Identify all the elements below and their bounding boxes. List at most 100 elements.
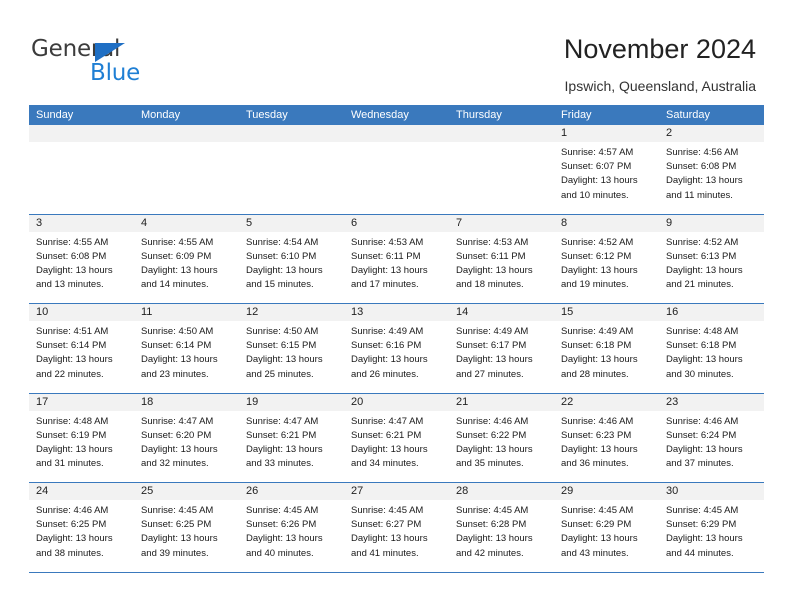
day-details: Sunrise: 4:54 AM Sunset: 6:10 PM Daylight:…	[239, 232, 344, 293]
day-cell[interactable]: 4 Sunrise: 4:55 AM Sunset: 6:09 PM Daylight…	[134, 214, 239, 303]
day-cell[interactable]: 7 Sunrise: 4:53 AM Sunset: 6:11 PM Daylight…	[449, 214, 554, 303]
day-number: 16	[666, 306, 679, 318]
general-blue-logo[interactable]: General Blue	[31, 36, 171, 86]
day-cell-empty	[134, 125, 239, 214]
day-cell[interactable]: 20 Sunrise: 4:47 AM Sunset: 6:21 PM Dayligh…	[344, 393, 449, 482]
daylight-text-line2: and 13 minutes.	[36, 279, 104, 291]
day-number-band: 30	[659, 483, 764, 500]
day-cell[interactable]: 25 Sunrise: 4:45 AM Sunset: 6:25 PM Dayligh…	[134, 483, 239, 572]
day-cell[interactable]: 9 Sunrise: 4:52 AM Sunset: 6:13 PM Daylight…	[659, 214, 764, 303]
daylight-text-line2: and 26 minutes.	[351, 368, 419, 380]
sunrise-text: Sunrise: 4:48 AM	[666, 326, 739, 337]
weekday-header-friday: Friday	[561, 109, 592, 121]
day-number-band	[344, 125, 449, 142]
daylight-text-line1: Daylight: 13 hours	[666, 533, 743, 545]
day-cell[interactable]: 23 Sunrise: 4:46 AM Sunset: 6:24 PM Dayligh…	[659, 393, 764, 482]
day-number: 25	[141, 485, 154, 497]
day-number-band: 26	[239, 483, 344, 500]
daylight-text-line1: Daylight: 13 hours	[351, 264, 428, 276]
day-number-band: 23	[659, 393, 764, 411]
day-cell[interactable]: 24 Sunrise: 4:46 AM Sunset: 6:25 PM Dayligh…	[29, 483, 134, 572]
day-cell[interactable]: 30 Sunrise: 4:45 AM Sunset: 6:29 PM Dayligh…	[659, 483, 764, 572]
day-cell[interactable]: 21 Sunrise: 4:46 AM Sunset: 6:22 PM Dayligh…	[449, 393, 554, 482]
sunset-text: Sunset: 6:11 PM	[456, 250, 526, 262]
sunrise-text: Sunrise: 4:50 AM	[141, 326, 214, 337]
day-number-band: 13	[344, 304, 449, 321]
daylight-text-line2: and 43 minutes.	[561, 547, 629, 559]
day-cell[interactable]: 29 Sunrise: 4:45 AM Sunset: 6:29 PM Dayligh…	[554, 483, 659, 572]
day-cell[interactable]: 5 Sunrise: 4:54 AM Sunset: 6:10 PM Daylight…	[239, 214, 344, 303]
day-cell[interactable]: 1 Sunrise: 4:57 AM Sunset: 6:07 PM Daylight…	[554, 125, 659, 214]
day-details: Sunrise: 4:57 AM Sunset: 6:07 PM Daylight:…	[554, 142, 659, 203]
day-details: Sunrise: 4:50 AM Sunset: 6:15 PM Daylight:…	[239, 321, 344, 382]
sunset-text: Sunset: 6:29 PM	[561, 519, 632, 531]
day-cell[interactable]: 27 Sunrise: 4:45 AM Sunset: 6:27 PM Dayligh…	[344, 483, 449, 572]
sunrise-text: Sunrise: 4:46 AM	[666, 415, 739, 427]
day-cell[interactable]: 16 Sunrise: 4:48 AM Sunset: 6:18 PM Dayligh…	[659, 304, 764, 393]
day-cell[interactable]: 3 Sunrise: 4:55 AM Sunset: 6:08 PM Daylight…	[29, 214, 134, 303]
day-number-band: 18	[134, 393, 239, 411]
daylight-text-line2: and 40 minutes.	[246, 547, 314, 559]
day-cell[interactable]: 8 Sunrise: 4:52 AM Sunset: 6:12 PM Daylight…	[554, 214, 659, 303]
day-cell[interactable]: 10 Sunrise: 4:51 AM Sunset: 6:14 PM Dayligh…	[29, 304, 134, 393]
daylight-text-line2: and 42 minutes.	[456, 547, 524, 559]
day-cell[interactable]: 11 Sunrise: 4:50 AM Sunset: 6:14 PM Dayligh…	[134, 304, 239, 393]
day-cell[interactable]: 18 Sunrise: 4:47 AM Sunset: 6:20 PM Dayligh…	[134, 393, 239, 482]
sunset-text: Sunset: 6:22 PM	[456, 429, 527, 441]
day-cell[interactable]: 28 Sunrise: 4:45 AM Sunset: 6:28 PM Dayligh…	[449, 483, 554, 572]
daylight-text-line2: and 35 minutes.	[456, 458, 524, 470]
sunset-text: Sunset: 6:18 PM	[666, 340, 737, 352]
day-details: Sunrise: 4:52 AM Sunset: 6:12 PM Daylight:…	[554, 232, 659, 293]
sunset-text: Sunset: 6:07 PM	[561, 161, 632, 173]
day-cell[interactable]: 2 Sunrise: 4:56 AM Sunset: 6:08 PM Daylight…	[659, 125, 764, 214]
day-cell[interactable]: 12 Sunrise: 4:50 AM Sunset: 6:15 PM Dayligh…	[239, 304, 344, 393]
calendar-weeks: 1 Sunrise: 4:57 AM Sunset: 6:07 PM Daylight…	[29, 125, 764, 573]
day-number: 30	[666, 485, 679, 497]
daylight-text-line1: Daylight: 13 hours	[36, 264, 113, 276]
day-cell[interactable]: 22 Sunrise: 4:46 AM Sunset: 6:23 PM Dayligh…	[554, 393, 659, 482]
daylight-text-line1: Daylight: 13 hours	[36, 443, 113, 455]
daylight-text-line1: Daylight: 13 hours	[456, 354, 533, 366]
day-number: 7	[456, 216, 463, 229]
sunset-text: Sunset: 6:28 PM	[456, 519, 527, 531]
sunset-text: Sunset: 6:23 PM	[561, 429, 632, 441]
day-number-band: 28	[449, 483, 554, 500]
day-number: 8	[561, 216, 568, 229]
day-cell[interactable]: 17 Sunrise: 4:48 AM Sunset: 6:19 PM Dayligh…	[29, 393, 134, 482]
daylight-text-line2: and 15 minutes.	[246, 279, 314, 291]
day-cell[interactable]: 13 Sunrise: 4:49 AM Sunset: 6:16 PM Dayligh…	[344, 304, 449, 393]
day-number: 2	[666, 127, 673, 139]
daylight-text-line1: Daylight: 13 hours	[351, 443, 428, 455]
sunrise-text: Sunrise: 4:45 AM	[246, 505, 319, 516]
weekday-header-row: Sunday Monday Tuesday Wednesday Thursday…	[29, 105, 764, 125]
day-number: 22	[561, 395, 574, 408]
daylight-text-line1: Daylight: 13 hours	[561, 175, 638, 187]
day-cell-empty	[449, 125, 554, 214]
daylight-text-line2: and 14 minutes.	[141, 279, 209, 291]
day-cell[interactable]: 19 Sunrise: 4:47 AM Sunset: 6:21 PM Dayligh…	[239, 393, 344, 482]
calendar-week-row: 1 Sunrise: 4:57 AM Sunset: 6:07 PM Daylight…	[29, 125, 764, 215]
daylight-text-line2: and 32 minutes.	[141, 458, 209, 470]
daylight-text-line2: and 38 minutes.	[36, 547, 104, 559]
daylight-text-line1: Daylight: 13 hours	[456, 443, 533, 455]
daylight-text-line2: and 28 minutes.	[561, 368, 629, 380]
day-number: 29	[561, 485, 574, 497]
sunset-text: Sunset: 6:12 PM	[561, 250, 632, 262]
daylight-text-line1: Daylight: 13 hours	[561, 533, 638, 545]
daylight-text-line2: and 37 minutes.	[666, 458, 734, 470]
sunset-text: Sunset: 6:14 PM	[141, 340, 212, 352]
weekday-header-saturday: Saturday	[666, 109, 711, 121]
calendar-page: General Blue November 2024 Ipswich, Quee…	[0, 0, 792, 612]
sunrise-text: Sunrise: 4:56 AM	[666, 147, 739, 158]
day-cell[interactable]: 6 Sunrise: 4:53 AM Sunset: 6:11 PM Daylight…	[344, 214, 449, 303]
daylight-text-line2: and 22 minutes.	[36, 368, 104, 380]
day-number-band: 16	[659, 304, 764, 321]
day-number-band: 15	[554, 304, 659, 321]
day-number-band: 27	[344, 483, 449, 500]
sunrise-text: Sunrise: 4:52 AM	[561, 236, 634, 248]
day-cell[interactable]: 14 Sunrise: 4:49 AM Sunset: 6:17 PM Dayligh…	[449, 304, 554, 393]
day-cell[interactable]: 26 Sunrise: 4:45 AM Sunset: 6:26 PM Dayligh…	[239, 483, 344, 572]
daylight-text-line2: and 17 minutes.	[351, 279, 419, 291]
day-details: Sunrise: 4:47 AM Sunset: 6:21 PM Daylight:…	[239, 411, 344, 472]
day-cell[interactable]: 15 Sunrise: 4:49 AM Sunset: 6:18 PM Dayligh…	[554, 304, 659, 393]
